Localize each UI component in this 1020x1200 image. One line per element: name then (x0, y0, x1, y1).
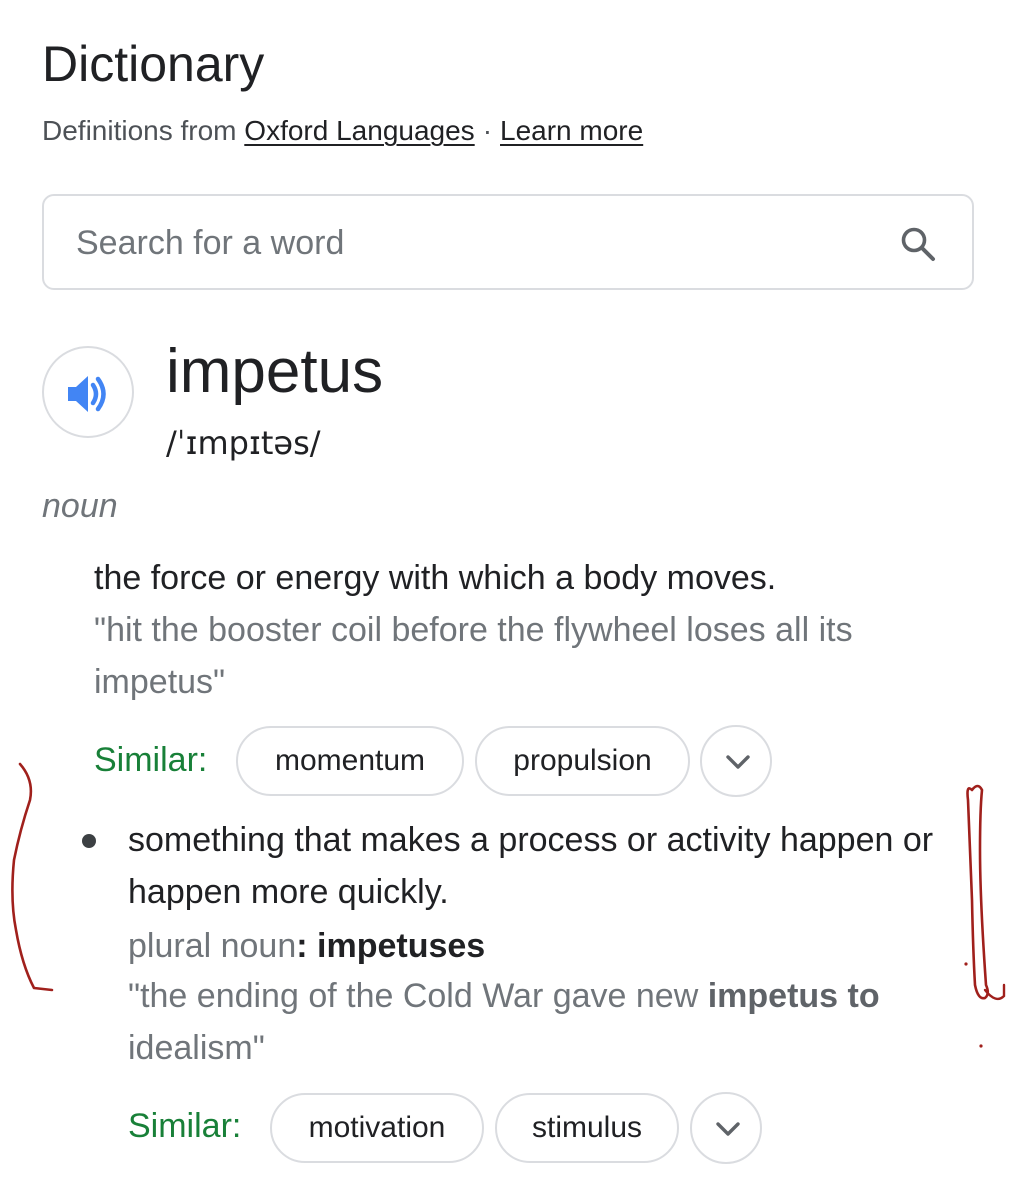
search-icon[interactable] (898, 224, 938, 264)
chevron-down-icon (716, 1122, 740, 1136)
sense-bullet (82, 834, 96, 848)
annotation-dot-2 (979, 1044, 983, 1048)
word-search-box[interactable] (42, 194, 974, 290)
plural-form-line: plural noun: impetuses (128, 920, 485, 972)
similar-chip-motivation[interactable]: motivation (270, 1093, 484, 1163)
example-2-end: idealism" (128, 1029, 265, 1067)
search-input[interactable] (76, 218, 876, 268)
right-bracket-hook (983, 983, 1006, 1001)
speaker-icon (68, 376, 106, 412)
plural-label: plural noun (128, 927, 297, 965)
left-bracket-mark (11, 762, 54, 992)
plural-colon: : (296, 927, 308, 965)
similar-chip-stimulus[interactable]: stimulus (495, 1093, 679, 1163)
example-2-bold: impetus to (707, 977, 880, 1015)
plural-form: impetuses (317, 927, 486, 965)
definition-2: something that makes a process or activi… (128, 821, 934, 911)
attribution-prefix: Definitions from (42, 115, 237, 146)
part-of-speech: noun (42, 487, 118, 525)
expand-similar-button-1[interactable] (700, 725, 772, 797)
attribution-line: Definitions from Oxford Languages · Learn … (42, 114, 643, 148)
example-2: "the ending of the Cold War gave new imp… (128, 970, 958, 1074)
similar-chip-momentum[interactable]: momentum (236, 726, 464, 796)
similar-label-1: Similar: (94, 741, 208, 779)
expand-similar-button-2[interactable] (690, 1092, 762, 1164)
definition-1: the force or energy with which a body mo… (94, 559, 777, 597)
oxford-languages-link[interactable]: Oxford Languages (244, 115, 474, 146)
pronunciation-audio-button[interactable] (42, 346, 134, 438)
similar-chip-propulsion[interactable]: propulsion (475, 726, 690, 796)
example-2-start: "the ending of the Cold War gave new (128, 977, 708, 1015)
learn-more-link[interactable]: Learn more (500, 115, 643, 146)
chevron-down-icon (726, 755, 750, 769)
phonetic-spelling: /ˈɪmpɪtəs/ (166, 424, 321, 462)
headword: impetus (166, 337, 384, 406)
similar-label-2: Similar: (128, 1107, 242, 1145)
dictionary-title: Dictionary (42, 36, 265, 92)
example-1: "hit the booster coil before the flywhee… (94, 611, 853, 701)
annotation-dot-1 (964, 962, 968, 966)
attribution-separator: · (482, 115, 493, 146)
